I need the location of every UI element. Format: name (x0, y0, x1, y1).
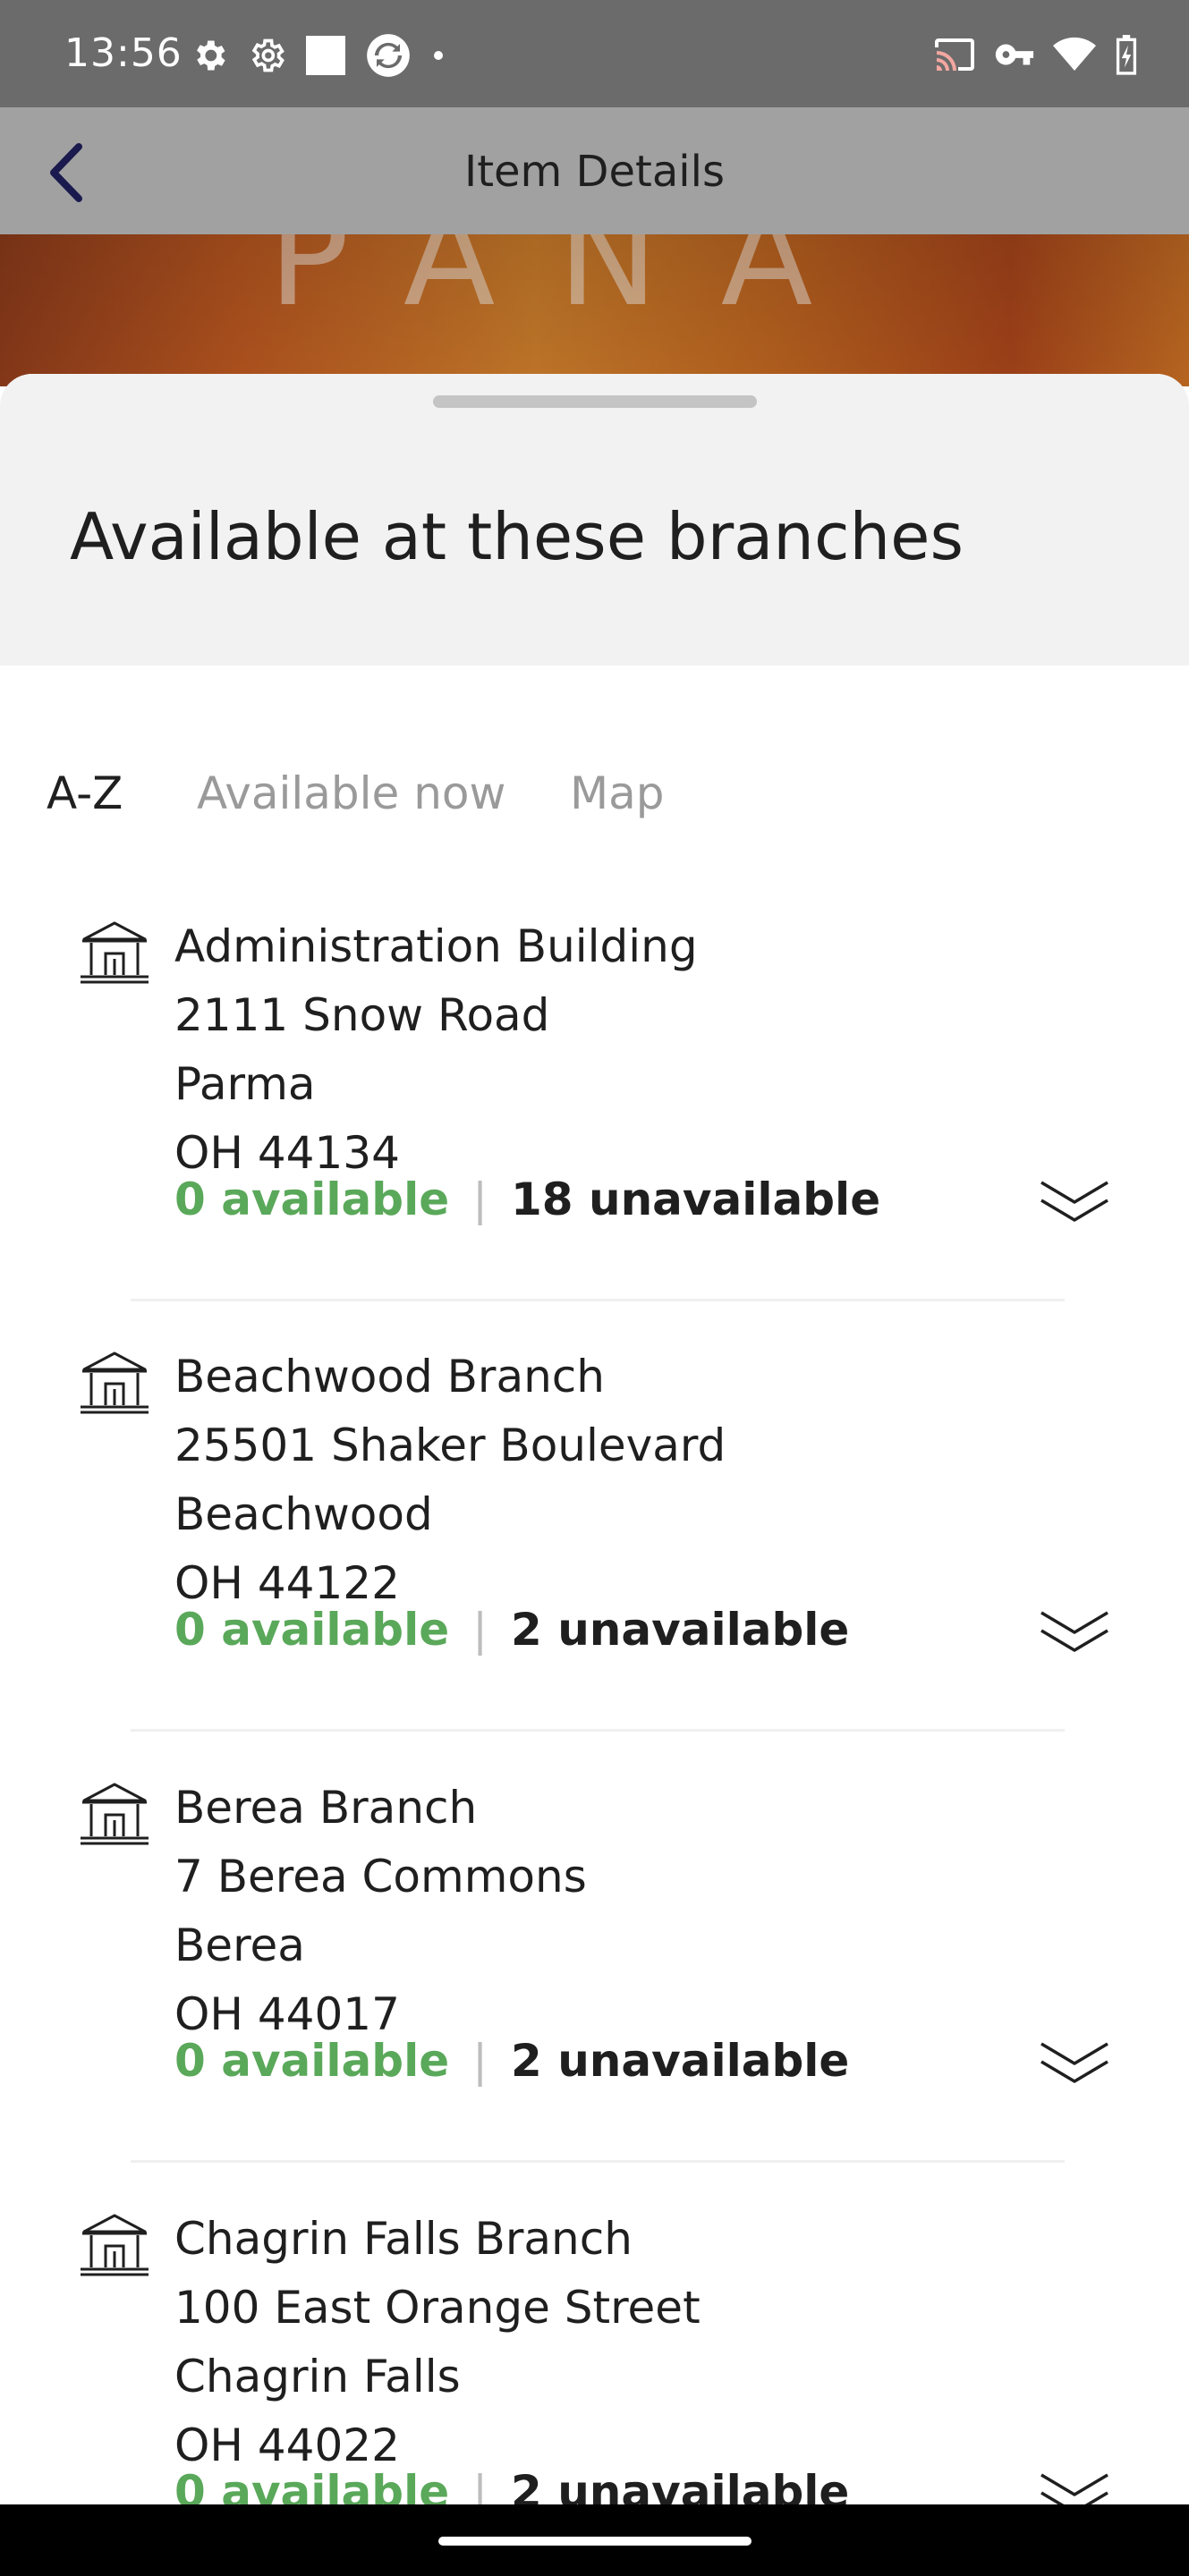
sort-tabs: A-Z Available now Map (0, 767, 1189, 839)
unavailable-count: 2 unavailable (511, 1604, 850, 1656)
branch-street: 7 Berea Commons (174, 1851, 587, 1902)
branch-name: Chagrin Falls Branch (174, 2213, 633, 2265)
availability-row: 0 available | 2 unavailable (174, 1604, 849, 1656)
branch-street: 2111 Snow Road (174, 989, 550, 1041)
sheet-drag-handle[interactable] (433, 395, 757, 408)
list-divider (131, 1729, 1065, 1732)
available-count: 0 available (174, 1604, 450, 1656)
unavailable-count: 18 unavailable (511, 1174, 881, 1225)
branch-address: Berea Branch 7 Berea Commons Berea OH 44… (174, 1774, 587, 2049)
availability-row: 0 available | 2 unavailable (174, 2466, 849, 2504)
page-title: Item Details (464, 147, 725, 197)
branches-bottom-sheet: Available at these branches A-Z Availabl… (0, 374, 1189, 2504)
branch-list-item[interactable]: Berea Branch 7 Berea Commons Berea OH 44… (0, 1756, 1189, 2185)
expand-chevron-icon[interactable] (1036, 1600, 1113, 1663)
app-bar: Item Details (0, 107, 1189, 234)
branch-address: Administration Building 2111 Snow Road P… (174, 912, 698, 1188)
availability-row: 0 available | 2 unavailable (174, 2035, 849, 2087)
availability-separator: | (472, 2035, 488, 2087)
branch-city: Chagrin Falls (174, 2351, 461, 2402)
vpn-key-icon (995, 44, 1034, 65)
branch-street: 25501 Shaker Boulevard (174, 1419, 726, 1471)
available-count: 0 available (174, 1174, 450, 1225)
branch-list-item[interactable]: Beachwood Branch 25501 Shaker Boulevard … (0, 1325, 1189, 1754)
status-system-icons (933, 34, 1139, 75)
wifi-icon (1053, 37, 1096, 71)
list-divider (131, 1299, 1065, 1301)
branch-name: Berea Branch (174, 1782, 478, 1834)
library-building-icon (81, 2214, 149, 2276)
status-time: 13:56 (64, 30, 183, 76)
availability-row: 0 available | 18 unavailable (174, 1174, 880, 1225)
list-divider (131, 2160, 1065, 2163)
library-building-icon (81, 1783, 149, 1845)
branch-city: Berea (174, 1919, 305, 1971)
branch-list-item[interactable]: Administration Building 2111 Snow Road P… (0, 894, 1189, 1324)
dot-icon (434, 51, 443, 60)
tab-available-now[interactable]: Available now (197, 767, 505, 819)
status-notification-icons (190, 32, 447, 79)
battery-charging-icon (1116, 35, 1137, 75)
branch-list-item[interactable]: Chagrin Falls Branch 100 East Orange Str… (0, 2187, 1189, 2504)
library-building-icon (81, 921, 149, 984)
tab-map[interactable]: Map (570, 767, 665, 819)
expand-chevron-icon[interactable] (1036, 2462, 1113, 2504)
settings-gear-icon (197, 40, 225, 71)
item-cover-image: PANA (0, 234, 1189, 386)
branch-address: Beachwood Branch 25501 Shaker Boulevard … (174, 1343, 726, 1618)
tab-a-z[interactable]: A-Z (47, 767, 123, 819)
availability-separator: | (472, 1174, 488, 1225)
availability-separator: | (472, 1604, 488, 1656)
available-count: 0 available (174, 2466, 450, 2504)
white-square-icon (306, 36, 345, 75)
available-count: 0 available (174, 2035, 450, 2087)
unavailable-count: 2 unavailable (511, 2035, 850, 2087)
settings-outline-icon (251, 38, 285, 72)
cast-icon (935, 38, 974, 71)
status-bar: 13:56 (0, 0, 1189, 107)
unavailable-count: 2 unavailable (511, 2466, 850, 2504)
system-navigation-bar (0, 2504, 1189, 2576)
branch-city: Parma (174, 1058, 316, 1110)
sheet-header: Available at these branches (0, 374, 1189, 665)
library-building-icon (81, 1352, 149, 1414)
branch-city: Beachwood (174, 1488, 433, 1540)
branch-street: 100 East Orange Street (174, 2282, 701, 2334)
expand-chevron-icon[interactable] (1036, 2031, 1113, 2094)
availability-separator: | (472, 2466, 488, 2504)
cover-title-text: PANA (268, 234, 876, 336)
branch-name: Beachwood Branch (174, 1351, 605, 1402)
sync-icon (367, 34, 410, 77)
home-gesture-handle[interactable] (438, 2537, 752, 2546)
branch-address: Chagrin Falls Branch 100 East Orange Str… (174, 2205, 701, 2480)
sheet-title: Available at these branches (70, 499, 964, 574)
expand-chevron-icon[interactable] (1036, 1170, 1113, 1233)
branch-name: Administration Building (174, 920, 698, 972)
